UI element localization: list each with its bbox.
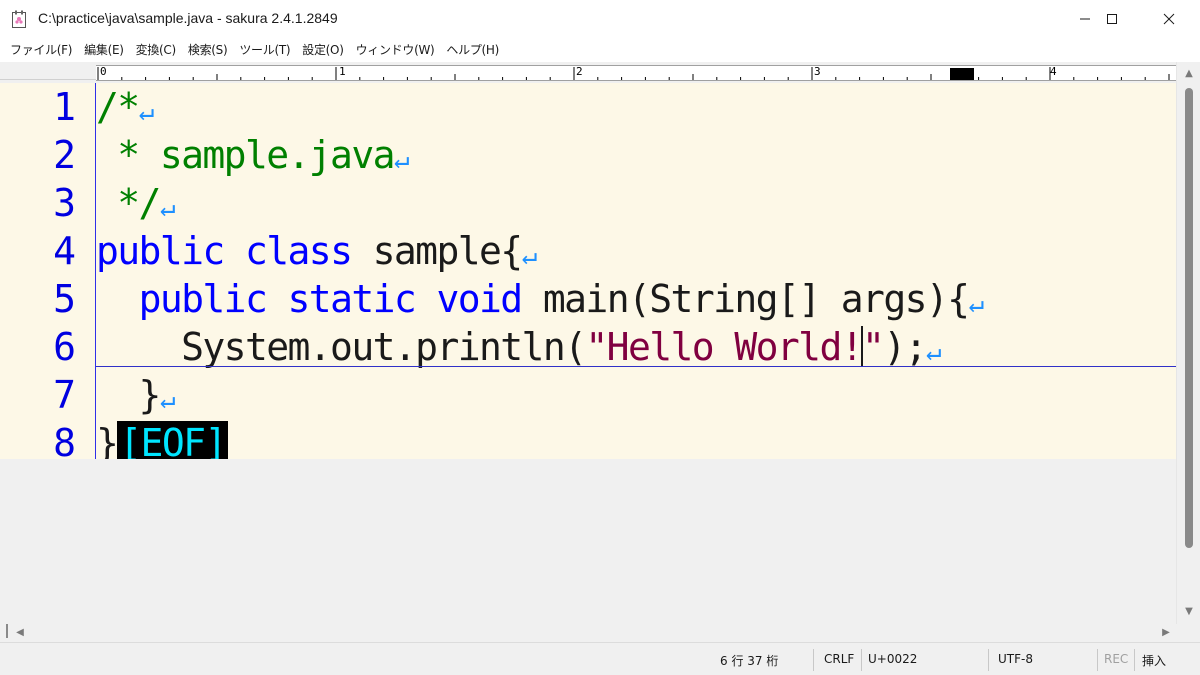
- status-divider: [861, 649, 862, 671]
- insert-mode[interactable]: 挿入: [1142, 652, 1166, 669]
- code-line: public static void main(String[] args){↵: [96, 275, 985, 323]
- code-token: }: [96, 373, 162, 417]
- code-line: * sample.java↵: [96, 131, 410, 179]
- ruler-label-1: 1: [339, 65, 346, 78]
- sakura-notepad-icon: [12, 10, 26, 28]
- return-mark-icon: ↵: [393, 145, 410, 175]
- ruler-label-3: 3: [814, 65, 821, 78]
- code-token: "Hello World!: [585, 325, 863, 369]
- return-mark-icon: ↵: [159, 385, 176, 415]
- code-line: /*↵: [96, 83, 154, 131]
- encoding[interactable]: UTF-8: [998, 652, 1033, 666]
- vertical-scroll-thumb[interactable]: [1185, 88, 1193, 548]
- line-number: 5: [53, 277, 76, 321]
- ruler-label-2: 2: [576, 65, 583, 78]
- maximize-button[interactable]: [1089, 0, 1135, 38]
- menu-bar: ファイル(F) 編集(E) 変換(C) 検索(S) ツール(T) 設定(O) ウ…: [0, 38, 1200, 62]
- scroll-down-arrow-icon[interactable]: ▼: [1181, 604, 1197, 620]
- menu-tools[interactable]: ツール(T): [233, 38, 296, 62]
- code-token: );: [883, 325, 927, 369]
- code-token: */: [96, 181, 161, 225]
- code-token: ": [862, 325, 885, 369]
- close-icon: [1163, 13, 1175, 25]
- menu-search[interactable]: 検索(S): [182, 38, 233, 62]
- return-mark-icon: ↵: [138, 97, 155, 127]
- ruler-ticks: [97, 67, 1170, 80]
- code-token: void: [436, 277, 523, 321]
- status-bar: 6 行 37 桁 CRLF U+0022 UTF-8 REC 挿入: [0, 642, 1200, 675]
- menu-help[interactable]: ヘルプ(H): [440, 38, 505, 62]
- code-token: static: [287, 277, 417, 321]
- scroll-left-arrow-icon[interactable]: ◀: [12, 625, 28, 641]
- ruler-label-4: 4: [1050, 65, 1057, 78]
- status-divider: [988, 649, 989, 671]
- ruler-label-0: 0: [100, 65, 107, 78]
- line-number: 7: [53, 373, 76, 417]
- cursor-line-underline: [96, 366, 1176, 367]
- scroll-right-arrow-icon[interactable]: ▶: [1158, 625, 1174, 641]
- return-mark-icon: ↵: [968, 289, 985, 319]
- horizontal-scroll-thumb[interactable]: [6, 624, 8, 638]
- close-button[interactable]: [1146, 0, 1192, 38]
- editor-empty-space[interactable]: [0, 459, 1176, 624]
- scroll-up-arrow-icon[interactable]: ▲: [1181, 66, 1197, 82]
- return-mark-icon: ↵: [925, 337, 942, 367]
- ruler-cursor-marker: [950, 68, 974, 80]
- window-title: C:\practice\java\sample.java - sakura 2.…: [38, 10, 338, 26]
- maximize-icon: [1107, 14, 1117, 24]
- ruler-corner: [0, 62, 96, 80]
- status-divider: [1134, 649, 1135, 671]
- code-token: /*: [96, 85, 140, 129]
- code-token: * sample.java: [96, 133, 395, 177]
- code-token: class: [244, 229, 353, 273]
- code-token: sample{: [351, 229, 524, 273]
- macro-record-indicator: REC: [1104, 652, 1129, 666]
- line-ending[interactable]: CRLF: [824, 652, 854, 666]
- menu-convert[interactable]: 変換(C): [130, 38, 182, 62]
- code-line: System.out.println("Hello World!");↵: [96, 323, 942, 371]
- status-divider: [1097, 649, 1098, 671]
- menu-edit[interactable]: 編集(E): [78, 38, 129, 62]
- return-mark-icon: ↵: [159, 193, 176, 223]
- code-token: System.out.println(: [96, 325, 587, 369]
- editor: 0 1 2 3 4 1 2 3 4 5 6 7 8 /*↵ * sample.j…: [0, 62, 1200, 642]
- code-token: public: [96, 229, 225, 273]
- line-number: 3: [53, 181, 76, 225]
- menu-settings[interactable]: 設定(O): [296, 38, 349, 62]
- size-grip: [1176, 624, 1200, 642]
- code-token: public: [138, 277, 268, 321]
- code-line: }↵: [96, 371, 176, 419]
- line-number: 1: [53, 85, 76, 129]
- menu-window[interactable]: ウィンドウ(W): [350, 38, 441, 62]
- line-number: 4: [53, 229, 76, 273]
- horizontal-scrollbar[interactable]: ◀ ▶: [0, 624, 1176, 642]
- vertical-scrollbar[interactable]: ▲ ▼: [1176, 62, 1200, 624]
- code-token: main(String[] args){: [521, 277, 970, 321]
- cursor-position: 6 行 37 桁: [720, 654, 779, 668]
- return-mark-icon: ↵: [521, 241, 538, 271]
- code-text-area[interactable]: /*↵ * sample.java↵ */↵ public class sampl…: [96, 83, 1176, 465]
- code-line: public class sample{↵: [96, 227, 537, 275]
- line-number-gutter[interactable]: 1 2 3 4 5 6 7 8: [0, 83, 96, 465]
- line-number: 6: [53, 325, 76, 369]
- title-bar: C:\practice\java\sample.java - sakura 2.…: [0, 0, 1200, 38]
- code-line: */↵: [96, 179, 176, 227]
- char-code: U+0022: [868, 652, 918, 666]
- column-ruler[interactable]: 0 1 2 3 4: [96, 65, 1176, 81]
- menu-file[interactable]: ファイル(F): [4, 38, 78, 62]
- line-number: 2: [53, 133, 76, 177]
- status-divider: [813, 649, 814, 671]
